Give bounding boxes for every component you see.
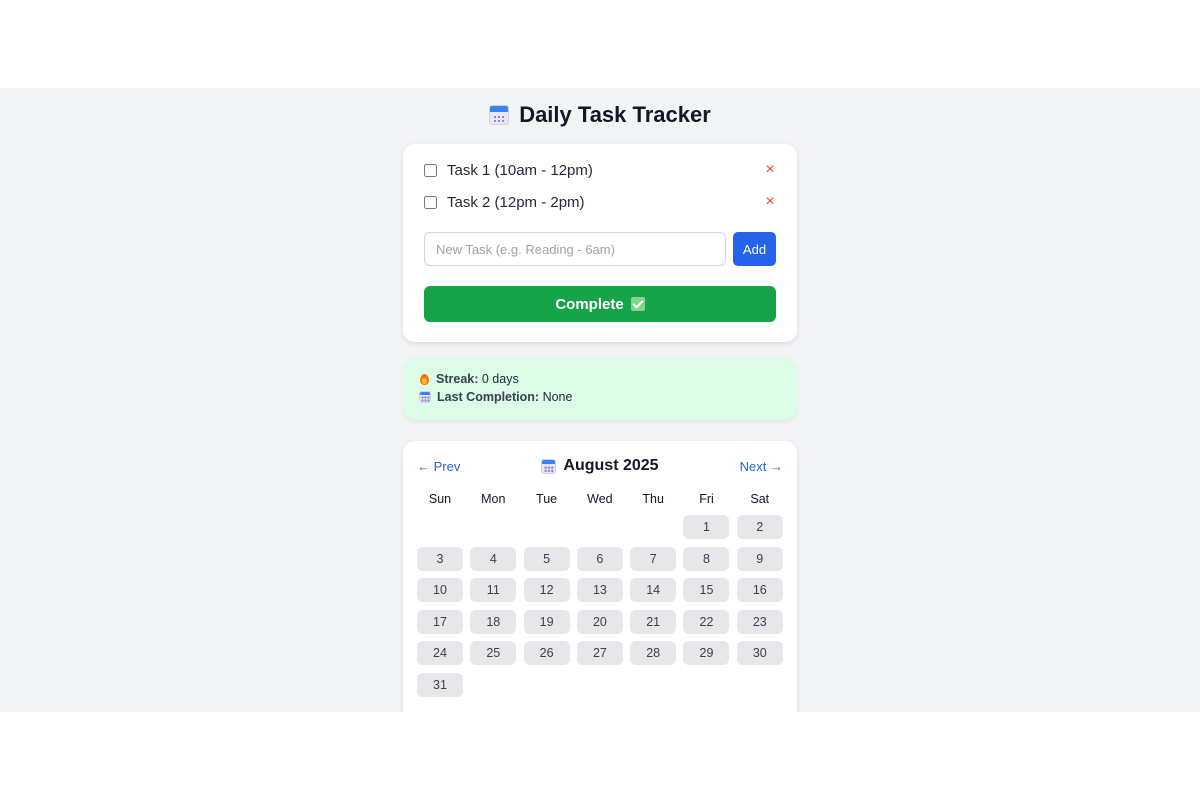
calendar-day[interactable]: 31 [417,673,463,697]
calendar-day[interactable]: 27 [576,641,623,666]
remove-task-button[interactable]: × [763,194,777,210]
last-completion-label: Last Completion: [437,390,540,404]
calendar-day[interactable]: 13 [576,578,623,603]
calendar-day[interactable]: 23 [736,609,783,634]
stats-panel: Streak: 0 days Last Completion: None [403,358,797,420]
calendar-day[interactable]: 25 [470,641,517,666]
calendar-week-row: 24 25 26 27 28 29 30 [417,641,783,666]
page-title-text: Daily Task Tracker [519,102,711,127]
calendar-empty-cell [577,673,623,697]
last-completion-line: Last Completion: None [419,390,572,404]
calendar-day[interactable]: 26 [523,641,570,666]
calendar-empty-cell [524,515,570,539]
month-label: August 2025 [563,457,659,474]
add-task-button[interactable]: Add [733,232,776,266]
calendar-day[interactable]: 4 [470,546,517,571]
calendar-week-row: 3456789 [417,546,783,571]
calendar-week-row: 31 [417,673,783,697]
streak-value: 0 days [481,372,519,386]
task-checkbox[interactable] [424,195,437,209]
streak-line: Streak: 0 days [419,372,519,386]
calendar-empty-cell [630,515,676,539]
check-box-icon [630,297,645,311]
task-label: Task 2 (12pm - 2pm) [447,193,585,211]
calendar-empty-cell [737,673,783,697]
calendar-day[interactable]: 20 [576,609,623,634]
calendar-day[interactable]: 2 [736,515,783,539]
calendar-day[interactable]: 22 [683,609,730,634]
flame-icon [419,372,430,386]
weekday-label: Tue [536,492,558,506]
task-item: Task 1 (10am - 12pm) × [424,159,777,181]
streak-label: Streak: [436,372,479,386]
calendar-day[interactable]: 7 [630,546,677,571]
calendar-icon [489,105,510,125]
next-month-button[interactable]: Next → [740,459,783,474]
calendar-icon [419,391,431,403]
calendar-day[interactable]: 1 [683,515,730,539]
calendar-empty-cell [683,673,729,697]
new-task-input[interactable] [424,232,726,266]
calendar-day[interactable]: 3 [417,546,463,571]
calendar-day[interactable]: 16 [736,578,783,603]
app-stage: Daily Task Tracker Task 1 (10am - 12pm) … [0,88,1200,712]
calendar-header: ← Prev August 2025 Next → [417,457,783,477]
calendar-day[interactable]: 5 [523,546,570,571]
calendar-empty-cell [417,515,463,539]
month-title: August 2025 [417,457,783,475]
weekday-label: Wed [587,492,613,506]
task-label: Task 1 (10am - 12pm) [447,161,593,179]
calendar-day[interactable]: 12 [523,578,570,603]
calendar-day[interactable]: 24 [417,641,463,666]
weekday-label: Thu [642,492,664,506]
calendar-day[interactable]: 21 [630,609,677,634]
calendar-day[interactable]: 9 [736,546,783,571]
weekday-label: Sat [750,492,770,506]
task-card: Task 1 (10am - 12pm) × Task 2 (12pm - 2p… [403,144,797,342]
calendar-day[interactable]: 8 [683,546,730,571]
calendar-empty-cell [577,515,623,539]
calendar-week-row: 17 18 19 20 21 22 23 [417,609,783,634]
calendar-week-row: 12 [417,515,783,539]
weekday-label: Mon [481,492,506,506]
calendar-day[interactable]: 15 [683,578,730,603]
remove-task-button[interactable]: × [763,162,777,178]
weekday-label: Fri [699,492,714,506]
task-item: Task 2 (12pm - 2pm) × [424,191,777,213]
weekday-label: Sun [428,492,452,506]
calendar-icon [541,458,557,474]
task-checkbox[interactable] [424,163,437,177]
calendar-day[interactable]: 19 [523,609,570,634]
weekday-header: Sun Mon Tue Wed Thu Fri Sat [417,492,783,506]
complete-label: Complete [555,295,624,313]
calendar-empty-cell [524,673,570,697]
new-task-row: Add [424,232,776,266]
calendar-day[interactable]: 14 [630,578,677,603]
calendar-day[interactable]: 11 [470,578,517,603]
calendar-empty-cell [470,673,516,697]
calendar-day[interactable]: 18 [470,609,517,634]
calendar-day[interactable]: 30 [736,641,783,666]
calendar-empty-cell [470,515,516,539]
calendar-card: ← Prev August 2025 Next → Sun Mon Tue We… [403,441,797,712]
calendar-empty-cell [630,673,676,697]
calendar-day[interactable]: 28 [630,641,677,666]
page-title: Daily Task Tracker [0,102,1200,128]
calendar-day[interactable]: 10 [417,578,463,603]
complete-button[interactable]: Complete [424,286,776,322]
calendar-week-row: 10 11 12 13 14 15 16 [417,578,783,603]
calendar-day[interactable]: 29 [683,641,730,666]
calendar-day[interactable]: 17 [417,609,463,634]
calendar-day[interactable]: 6 [576,546,623,571]
last-completion-value: None [542,390,573,404]
